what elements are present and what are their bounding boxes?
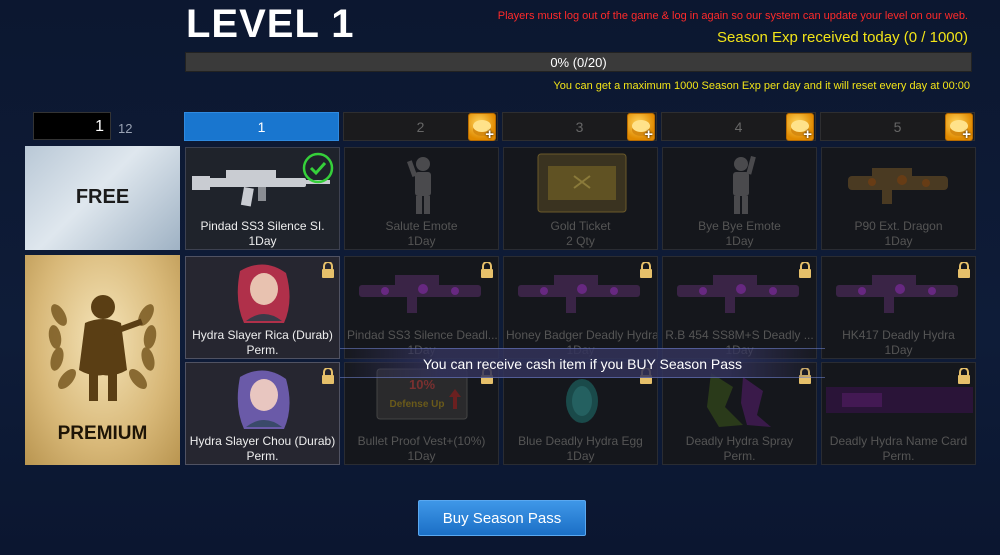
reward-qty: 1Day [566, 449, 595, 463]
reward-cell-premium-2-1[interactable]: Hydra Slayer Chou (Durab) Perm. [185, 362, 340, 465]
reward-name: Pindad SS3 Silence SI. [200, 219, 325, 233]
reward-name: Hydra Slayer Chou (Durab) [189, 434, 336, 448]
tab-label: 5 [893, 119, 902, 135]
lock-icon [958, 368, 970, 384]
gold-coin-plus-icon[interactable] [945, 113, 973, 143]
reward-cell-premium-1-1[interactable]: Hydra Slayer Rica (Durab) Perm. [185, 256, 340, 359]
tab-label: 1 [257, 119, 266, 135]
reward-name: Bullet Proof Vest+(10%) [357, 434, 486, 448]
gold-coin-plus-icon[interactable] [627, 113, 655, 143]
reward-qty: 1Day [248, 234, 277, 248]
character-rica-icon [237, 264, 290, 323]
reward-cell-free-1[interactable]: Pindad SS3 Silence SI. 1Day [185, 147, 340, 250]
premium-track-label: PREMIUM [25, 255, 180, 465]
lock-icon [322, 368, 334, 384]
reward-qty: 1Day [407, 234, 436, 248]
reward-name: Blue Deadly Hydra Egg [518, 434, 643, 448]
page-number-input[interactable]: 1 [33, 112, 111, 140]
premium-label: PREMIUM [57, 423, 148, 444]
reward-name: R.B 454 SS8M+S Deadly ... [665, 328, 814, 342]
level-tab-3[interactable]: 3 [502, 112, 657, 143]
gold-ticket-icon [537, 153, 627, 213]
reward-name: Hydra Slayer Rica (Durab) [192, 328, 333, 342]
lock-icon [640, 262, 652, 278]
reward-name: Deadly Hydra Name Card [829, 434, 968, 448]
reward-cell-free-4[interactable]: Bye Bye Emote 1Day [662, 147, 817, 250]
tab-label: 4 [734, 119, 743, 135]
reward-qty: 1Day [884, 343, 913, 357]
smg-icon [848, 168, 948, 204]
free-label: FREE [75, 186, 130, 208]
level-title: LEVEL 1 [186, 2, 355, 46]
reward-cell-free-3[interactable]: Gold Ticket 2 Qty [503, 147, 658, 250]
reward-qty: Perm. [882, 449, 915, 463]
rifle-icon [518, 275, 640, 313]
lock-icon [958, 262, 970, 278]
reward-cell-premium-1-3[interactable]: Honey Badger Deadly Hydra 1Day [503, 256, 658, 359]
level-tab-2[interactable]: 2 [343, 112, 498, 143]
reward-cell-premium-1-2[interactable]: Pindad SS3 Silence Deadl... 1Day [344, 256, 499, 359]
reward-name: Gold Ticket [550, 219, 611, 233]
level-tab-1[interactable]: 1 [184, 112, 339, 141]
season-pass-banner: You can receive cash item if you BUY Sea… [340, 348, 825, 378]
max-exp-note: You can get a maximum 1000 Season Exp pe… [553, 80, 970, 92]
reward-name: P90 Ext. Dragon [854, 219, 943, 233]
character-chou-icon [237, 370, 290, 429]
reward-qty: 2 Qty [566, 234, 595, 248]
reward-name: HK417 Deadly Hydra [842, 328, 955, 342]
bye-emote-icon [733, 156, 756, 214]
reward-name: Salute Emote [385, 219, 458, 233]
reward-cell-premium-1-4[interactable]: R.B 454 SS8M+S Deadly ... 1Day [662, 256, 817, 359]
tab-label: 2 [416, 119, 425, 135]
defense-badge-pct: 10% [409, 377, 435, 392]
reward-cell-premium-2-5[interactable]: Deadly Hydra Name Card Perm. [821, 362, 976, 465]
reward-qty: Perm. [246, 343, 279, 357]
free-track-label: FREE [25, 146, 180, 250]
salute-emote-icon [407, 157, 431, 214]
reward-name: Bye Bye Emote [698, 219, 781, 233]
reward-qty: 1Day [407, 449, 436, 463]
season-progress-bar: 0% (0/20) [185, 52, 972, 72]
reward-name: Pindad SS3 Silence Deadl... [347, 328, 498, 342]
reward-qty: 1Day [884, 234, 913, 248]
lock-icon [481, 262, 493, 278]
season-exp-today: Season Exp received today (0 / 1000) [717, 29, 968, 46]
rifle-icon [359, 275, 481, 313]
tab-label: 3 [575, 119, 584, 135]
level-tab-4[interactable]: 4 [661, 112, 816, 143]
claimed-check-icon [302, 152, 334, 184]
reward-cell-free-5[interactable]: P90 Ext. Dragon 1Day [821, 147, 976, 250]
logout-notice: Players must log out of the game & log i… [497, 10, 968, 22]
lock-icon [799, 262, 811, 278]
reward-cell-premium-1-5[interactable]: HK417 Deadly Hydra 1Day [821, 256, 976, 359]
defense-badge-text: Defense Up [389, 399, 444, 410]
reward-name: Deadly Hydra Spray [685, 434, 794, 448]
lock-icon [322, 262, 334, 278]
laurel-soldier-emblem-icon [48, 295, 157, 401]
reward-qty: Perm. [246, 449, 279, 463]
progress-text: 0% (0/20) [550, 55, 607, 70]
reward-qty: 1Day [725, 234, 754, 248]
reward-name: Honey Badger Deadly Hydra [506, 328, 657, 342]
name-card-icon [826, 387, 973, 413]
gold-coin-plus-icon[interactable] [468, 113, 496, 143]
page-total: 12 [118, 121, 133, 136]
reward-qty: Perm. [723, 449, 756, 463]
gold-coin-plus-icon[interactable] [786, 113, 814, 143]
reward-cell-free-2[interactable]: Salute Emote 1Day [344, 147, 499, 250]
rifle-icon [677, 275, 799, 313]
level-tab-5[interactable]: 5 [820, 112, 975, 143]
rifle-icon [836, 275, 958, 313]
buy-season-pass-button[interactable]: Buy Season Pass [418, 500, 586, 536]
